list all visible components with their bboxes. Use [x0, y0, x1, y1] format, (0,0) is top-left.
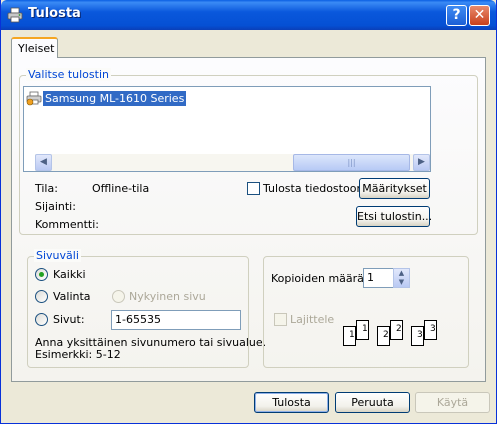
- collate-page: 1: [343, 326, 356, 346]
- current-page-label: Nykyinen sivu: [129, 290, 206, 303]
- printer-list-scrollbar[interactable]: ◀ ||| ▶: [35, 154, 430, 171]
- tab-general-label: Yleiset: [18, 42, 55, 55]
- printer-icon: [7, 7, 23, 23]
- status-label: Tila:: [35, 182, 58, 195]
- current-page-radio: [112, 290, 125, 303]
- collate-page: 2: [390, 320, 403, 340]
- help-button[interactable]: ?: [446, 5, 467, 26]
- collate-page: 3: [424, 320, 437, 340]
- pages-label[interactable]: Sivut:: [53, 313, 85, 326]
- copies-input[interactable]: 1: [363, 268, 394, 288]
- scroll-left-arrow-icon[interactable]: ◀: [35, 154, 52, 171]
- pages-input[interactable]: 1-65535: [111, 310, 241, 330]
- collate-page: 2: [377, 326, 390, 346]
- apply-button: Käytä: [415, 392, 490, 413]
- all-pages-label[interactable]: Kaikki: [53, 268, 86, 281]
- status-value: Offline-tila: [92, 182, 150, 195]
- page-range-help-line2: Esimerkki: 5-12: [35, 348, 121, 361]
- printer-list-item[interactable]: Samsung ML-1610 Series: [26, 89, 187, 107]
- printer-group-legend: Valitse tulostin: [26, 68, 111, 81]
- comment-label: Kommentti:: [35, 218, 99, 231]
- print-button[interactable]: Tulosta: [254, 392, 329, 413]
- preferences-button[interactable]: Määritykset: [359, 178, 430, 199]
- print-to-file-label[interactable]: Tulosta tiedostoon: [263, 182, 363, 195]
- selection-label[interactable]: Valinta: [53, 290, 91, 303]
- scrollbar-thumb[interactable]: |||: [293, 154, 410, 171]
- printer-offline-icon: [26, 91, 42, 106]
- close-button[interactable]: ✕: [469, 5, 490, 26]
- pages-radio[interactable]: [35, 313, 48, 326]
- copies-label: Kopioiden määrä:: [271, 272, 368, 285]
- window-title: Tulosta: [28, 6, 81, 21]
- collate-checkbox: [274, 313, 287, 326]
- cancel-button[interactable]: Peruuta: [335, 392, 410, 413]
- collate-page: 1: [356, 320, 369, 340]
- find-printer-button[interactable]: Etsi tulostin...: [356, 206, 432, 227]
- selection-radio[interactable]: [35, 290, 48, 303]
- all-pages-radio[interactable]: [35, 268, 48, 281]
- page-range-legend: Sivuväli: [34, 249, 81, 262]
- tab-general[interactable]: Yleiset: [11, 37, 58, 58]
- location-label: Sijainti:: [35, 200, 76, 213]
- print-dialog: Tulosta ? ✕ Yleiset Valitse tulostin Sam…: [0, 0, 497, 424]
- scroll-right-arrow-icon[interactable]: ▶: [413, 154, 430, 171]
- spin-up-arrow-icon[interactable]: ▲: [394, 269, 409, 278]
- collate-page: 3: [411, 326, 424, 346]
- print-to-file-checkbox[interactable]: [247, 182, 260, 195]
- title-bar[interactable]: Tulosta ? ✕: [1, 0, 496, 30]
- spin-down-arrow-icon[interactable]: ▼: [394, 278, 409, 287]
- copies-spinner[interactable]: ▲ ▼: [393, 268, 410, 288]
- collate-illustration: 1 1 2 2 3 3: [339, 318, 443, 348]
- collate-label: Lajittele: [290, 313, 335, 326]
- printer-name: Samsung ML-1610 Series: [43, 90, 187, 106]
